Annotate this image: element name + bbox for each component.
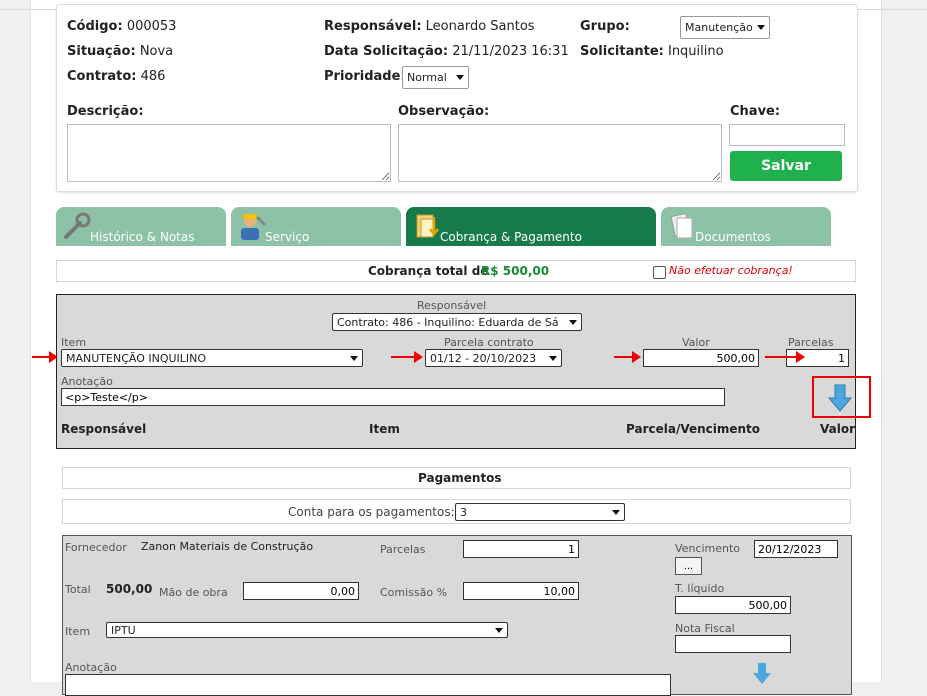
mao-obra-input[interactable] — [243, 582, 359, 600]
conta-bar: Conta para os pagamentos: 3 — [62, 499, 851, 524]
observacao-textarea[interactable] — [398, 124, 722, 182]
billing-icon — [416, 214, 439, 238]
parcelas-pag-label: Parcelas — [380, 543, 426, 556]
arrow-parcelas-annotation — [765, 351, 805, 363]
prioridade-select[interactable]: Normal — [402, 66, 469, 89]
solicitante-field: Solicitante: Inquilino — [580, 44, 724, 59]
pagamentos-title: Pagamentos — [418, 471, 502, 485]
observacao-label: Observação: — [398, 104, 490, 119]
nao-efetuar-label: Não efetuar cobrança! — [669, 264, 793, 277]
nao-efetuar-checkbox[interactable] — [653, 266, 666, 279]
add-payment-arrow-down-icon[interactable] — [752, 662, 772, 686]
col-responsavel: Responsável — [61, 422, 147, 436]
chevron-down-icon — [549, 355, 557, 361]
col-valor: Valor — [820, 422, 856, 436]
parcelas-pag-input[interactable] — [463, 540, 579, 558]
parcela-contrato-select[interactable]: 01/12 - 20/10/2023 — [425, 349, 562, 367]
data-solicitacao-field: Data Solicitação: 21/11/2023 16:31 — [324, 44, 569, 59]
responsavel-field: Responsável: Leonardo Santos — [324, 19, 535, 34]
comissao-label: Comissão % — [380, 586, 448, 599]
fornecedor-label: Fornecedor — [65, 541, 127, 554]
pagamentos-bar: Pagamentos — [62, 467, 851, 489]
item-pag-select[interactable]: IPTU — [106, 622, 508, 638]
descricao-label: Descrição: — [67, 104, 144, 119]
anotacao-label: Anotação — [61, 375, 113, 388]
wrench-icon — [64, 212, 91, 239]
chevron-down-icon — [495, 627, 503, 633]
chevron-down-icon — [456, 75, 464, 80]
prioridade-label: Prioridade: — [324, 69, 406, 84]
parcelas-label: Parcelas — [788, 336, 834, 349]
fornecedor-value: Zanon Materiais de Construção — [141, 540, 314, 553]
cobranca-total-bar: Cobrança total de R$ 500,00 Não efetuar … — [56, 260, 856, 282]
chave-label: Chave: — [730, 104, 781, 119]
item-label: Item — [61, 336, 87, 349]
save-button[interactable]: Salvar — [730, 151, 842, 181]
arrow-item-annotation — [32, 351, 58, 363]
anotacao-input[interactable] — [61, 388, 725, 406]
item-pag-label: Item — [65, 625, 91, 638]
total-value: 500,00 — [106, 582, 153, 596]
cobranca-total-label: Cobrança total de — [368, 264, 489, 278]
nota-fiscal-input[interactable] — [675, 635, 791, 653]
conta-label: Conta para os pagamentos: — [288, 505, 455, 519]
liquido-input[interactable] — [675, 596, 791, 614]
comissao-input[interactable] — [463, 582, 579, 600]
contrato-field: Contrato: 486 — [67, 69, 166, 84]
situacao-field: Situação: Nova — [67, 44, 174, 59]
chevron-down-icon — [569, 319, 577, 325]
chevron-down-icon — [350, 355, 358, 361]
codigo-field: Código: 000053 — [67, 19, 177, 34]
cobranca-total-value: R$ 500,00 — [481, 264, 550, 278]
item-select[interactable]: MANUTENÇÃO INQUILINO — [61, 349, 363, 367]
descricao-textarea[interactable] — [67, 124, 391, 182]
chevron-down-icon — [757, 25, 765, 30]
tab-servico[interactable]: Serviço — [231, 207, 401, 246]
chave-input[interactable] — [729, 124, 845, 146]
responsavel-label: Responsável — [417, 299, 487, 312]
tab-cobranca-pagamento[interactable]: Cobrança & Pagamento — [406, 207, 656, 246]
anotacao-pag-input[interactable] — [65, 674, 671, 696]
documents-icon — [670, 212, 693, 239]
col-parcela-vencimento: Parcela/Vencimento — [626, 422, 761, 436]
nota-fiscal-label: Nota Fiscal — [675, 622, 735, 635]
worker-icon — [241, 214, 267, 240]
valor-input[interactable] — [643, 349, 759, 367]
mao-obra-label: Mão de obra — [159, 586, 228, 599]
tab-historico-notas[interactable]: Histórico & Notas — [56, 207, 226, 246]
payment-panel: Fornecedor Zanon Materiais de Construção… — [62, 535, 852, 696]
more-button[interactable]: ... — [675, 557, 702, 575]
valor-label: Valor — [682, 336, 710, 349]
arrow-valor-annotation — [614, 351, 641, 363]
charge-form-panel: Responsável Contrato: 486 - Inquilino: E… — [56, 294, 856, 449]
col-item: Item — [369, 422, 400, 436]
liquido-label: T. líquido — [675, 582, 725, 595]
anotacao-pag-label: Anotação — [65, 661, 117, 674]
add-item-arrow-down-icon[interactable] — [828, 384, 852, 412]
tab-documentos[interactable]: Documentos — [661, 207, 831, 246]
vencimento-label: Vencimento — [675, 542, 741, 555]
vencimento-input[interactable] — [754, 540, 838, 558]
total-label: Total — [65, 583, 91, 596]
grupo-select[interactable]: Manutenção — [680, 16, 770, 39]
arrow-parcela-annotation — [391, 351, 423, 363]
responsavel-select[interactable]: Contrato: 486 - Inquilino: Eduarda de Sá — [332, 313, 582, 331]
grupo-label: Grupo: — [580, 19, 630, 34]
chevron-down-icon — [612, 509, 620, 515]
conta-select[interactable]: 3 — [455, 503, 625, 521]
parcela-contrato-label: Parcela contrato — [444, 336, 534, 349]
